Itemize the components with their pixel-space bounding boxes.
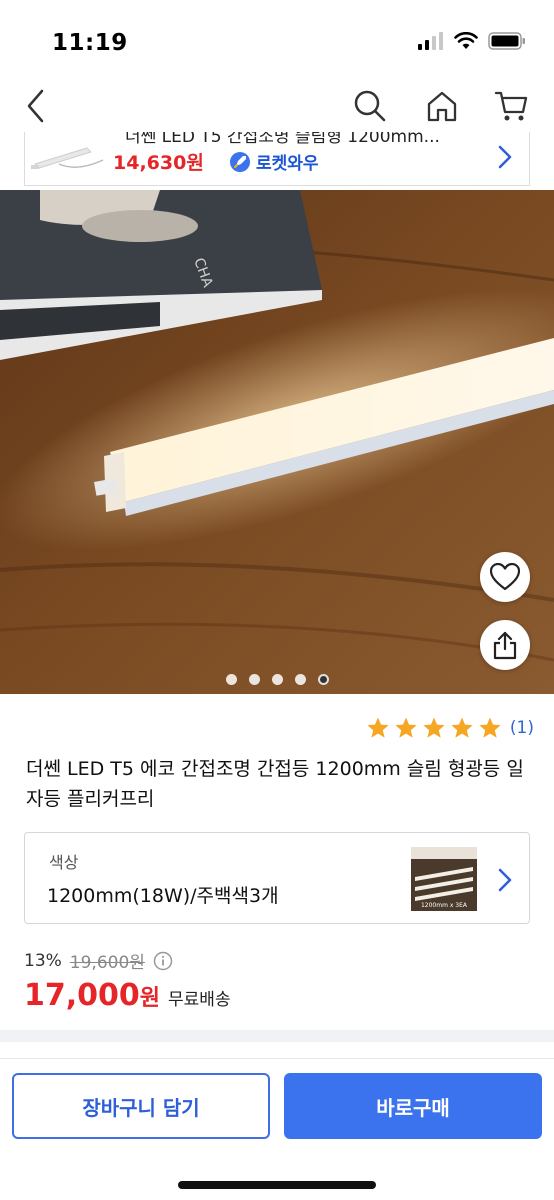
nav-bar bbox=[0, 80, 554, 132]
product-image-gallery[interactable]: CHA bbox=[0, 190, 554, 694]
option-value: 1200mm(18W)/주백색3개 bbox=[47, 885, 279, 907]
heart-icon bbox=[490, 563, 520, 591]
status-icons bbox=[418, 32, 526, 50]
gallery-pagination bbox=[0, 674, 554, 685]
cart-button[interactable] bbox=[490, 84, 534, 128]
status-time: 11:19 bbox=[52, 30, 128, 56]
option-thumbnail-caption: 1200mm x 3EA bbox=[420, 902, 468, 909]
share-button[interactable] bbox=[480, 620, 530, 670]
search-icon bbox=[354, 90, 386, 122]
section-divider bbox=[0, 1030, 554, 1042]
home-icon bbox=[427, 91, 457, 122]
final-price-unit: 원 bbox=[139, 986, 161, 1011]
home-button[interactable] bbox=[420, 84, 464, 128]
add-to-cart-button[interactable]: 장바구니 담기 bbox=[12, 1073, 270, 1139]
gallery-dot[interactable] bbox=[294, 674, 306, 685]
search-button[interactable] bbox=[348, 84, 392, 128]
star-icon bbox=[395, 717, 417, 738]
gallery-dot[interactable] bbox=[225, 674, 237, 685]
star-icon bbox=[479, 717, 501, 738]
final-price-amount: 17,000 bbox=[24, 978, 140, 1013]
banner-title: 더쎈 LED T5 간접조명 슬림형 1200mm... bbox=[125, 132, 440, 147]
original-price: 19,600원 bbox=[69, 953, 145, 973]
product-rating[interactable]: (1) bbox=[366, 716, 534, 740]
info-icon[interactable] bbox=[153, 951, 173, 971]
rocket-icon bbox=[230, 151, 250, 172]
gallery-dot[interactable] bbox=[248, 674, 260, 685]
chevron-right-icon bbox=[498, 868, 512, 892]
home-indicator bbox=[178, 1181, 376, 1189]
final-price: 17,000원 bbox=[24, 978, 160, 1013]
rocket-wow-label: 로켓와우 bbox=[256, 154, 319, 174]
signal-icon bbox=[418, 32, 443, 50]
star-icon bbox=[423, 717, 445, 738]
banner-price: 14,630원 bbox=[113, 152, 204, 174]
gallery-dot-active[interactable] bbox=[317, 674, 329, 685]
review-count[interactable]: (1) bbox=[510, 718, 534, 738]
wishlist-button[interactable] bbox=[480, 552, 530, 602]
price-row: 17,000원 무료배송 bbox=[24, 978, 231, 1013]
back-button[interactable] bbox=[14, 84, 58, 128]
product-title: 더쎈 LED T5 에코 간접조명 간접등 1200mm 슬림 형광등 일자등 … bbox=[26, 758, 524, 810]
cart-icon bbox=[494, 91, 528, 121]
option-label: 색상 bbox=[49, 853, 79, 872]
share-icon bbox=[493, 631, 517, 660]
chevron-right-icon bbox=[498, 145, 512, 169]
back-chevron-icon bbox=[27, 89, 44, 123]
wifi-icon bbox=[454, 32, 478, 49]
shipping-label: 무료배송 bbox=[168, 990, 231, 1010]
star-icon bbox=[451, 717, 473, 738]
status-bar: 11:19 bbox=[0, 0, 554, 80]
star-icon bbox=[367, 717, 389, 738]
option-thumbnail: 1200mm x 3EA bbox=[411, 847, 477, 911]
discount-rate: 13% bbox=[24, 950, 62, 971]
bottom-action-bar: 장바구니 담기 바로구매 bbox=[0, 1058, 554, 1200]
banner-product-thumbnail bbox=[29, 138, 109, 176]
buy-now-button[interactable]: 바로구매 bbox=[284, 1073, 542, 1139]
rocket-wow-badge: 로켓와우 bbox=[229, 149, 319, 174]
battery-icon bbox=[488, 32, 525, 50]
recommended-product-banner[interactable]: 더쎈 LED T5 간접조명 슬림형 1200mm... 14,630원 로켓와… bbox=[24, 132, 530, 186]
product-photo: CHA bbox=[0, 190, 554, 694]
discount-row: 13% 19,600원 bbox=[24, 948, 173, 973]
gallery-dot[interactable] bbox=[271, 674, 283, 685]
option-selector[interactable]: 색상 1200mm(18W)/주백색3개 1200mm x 3EA bbox=[24, 832, 530, 924]
